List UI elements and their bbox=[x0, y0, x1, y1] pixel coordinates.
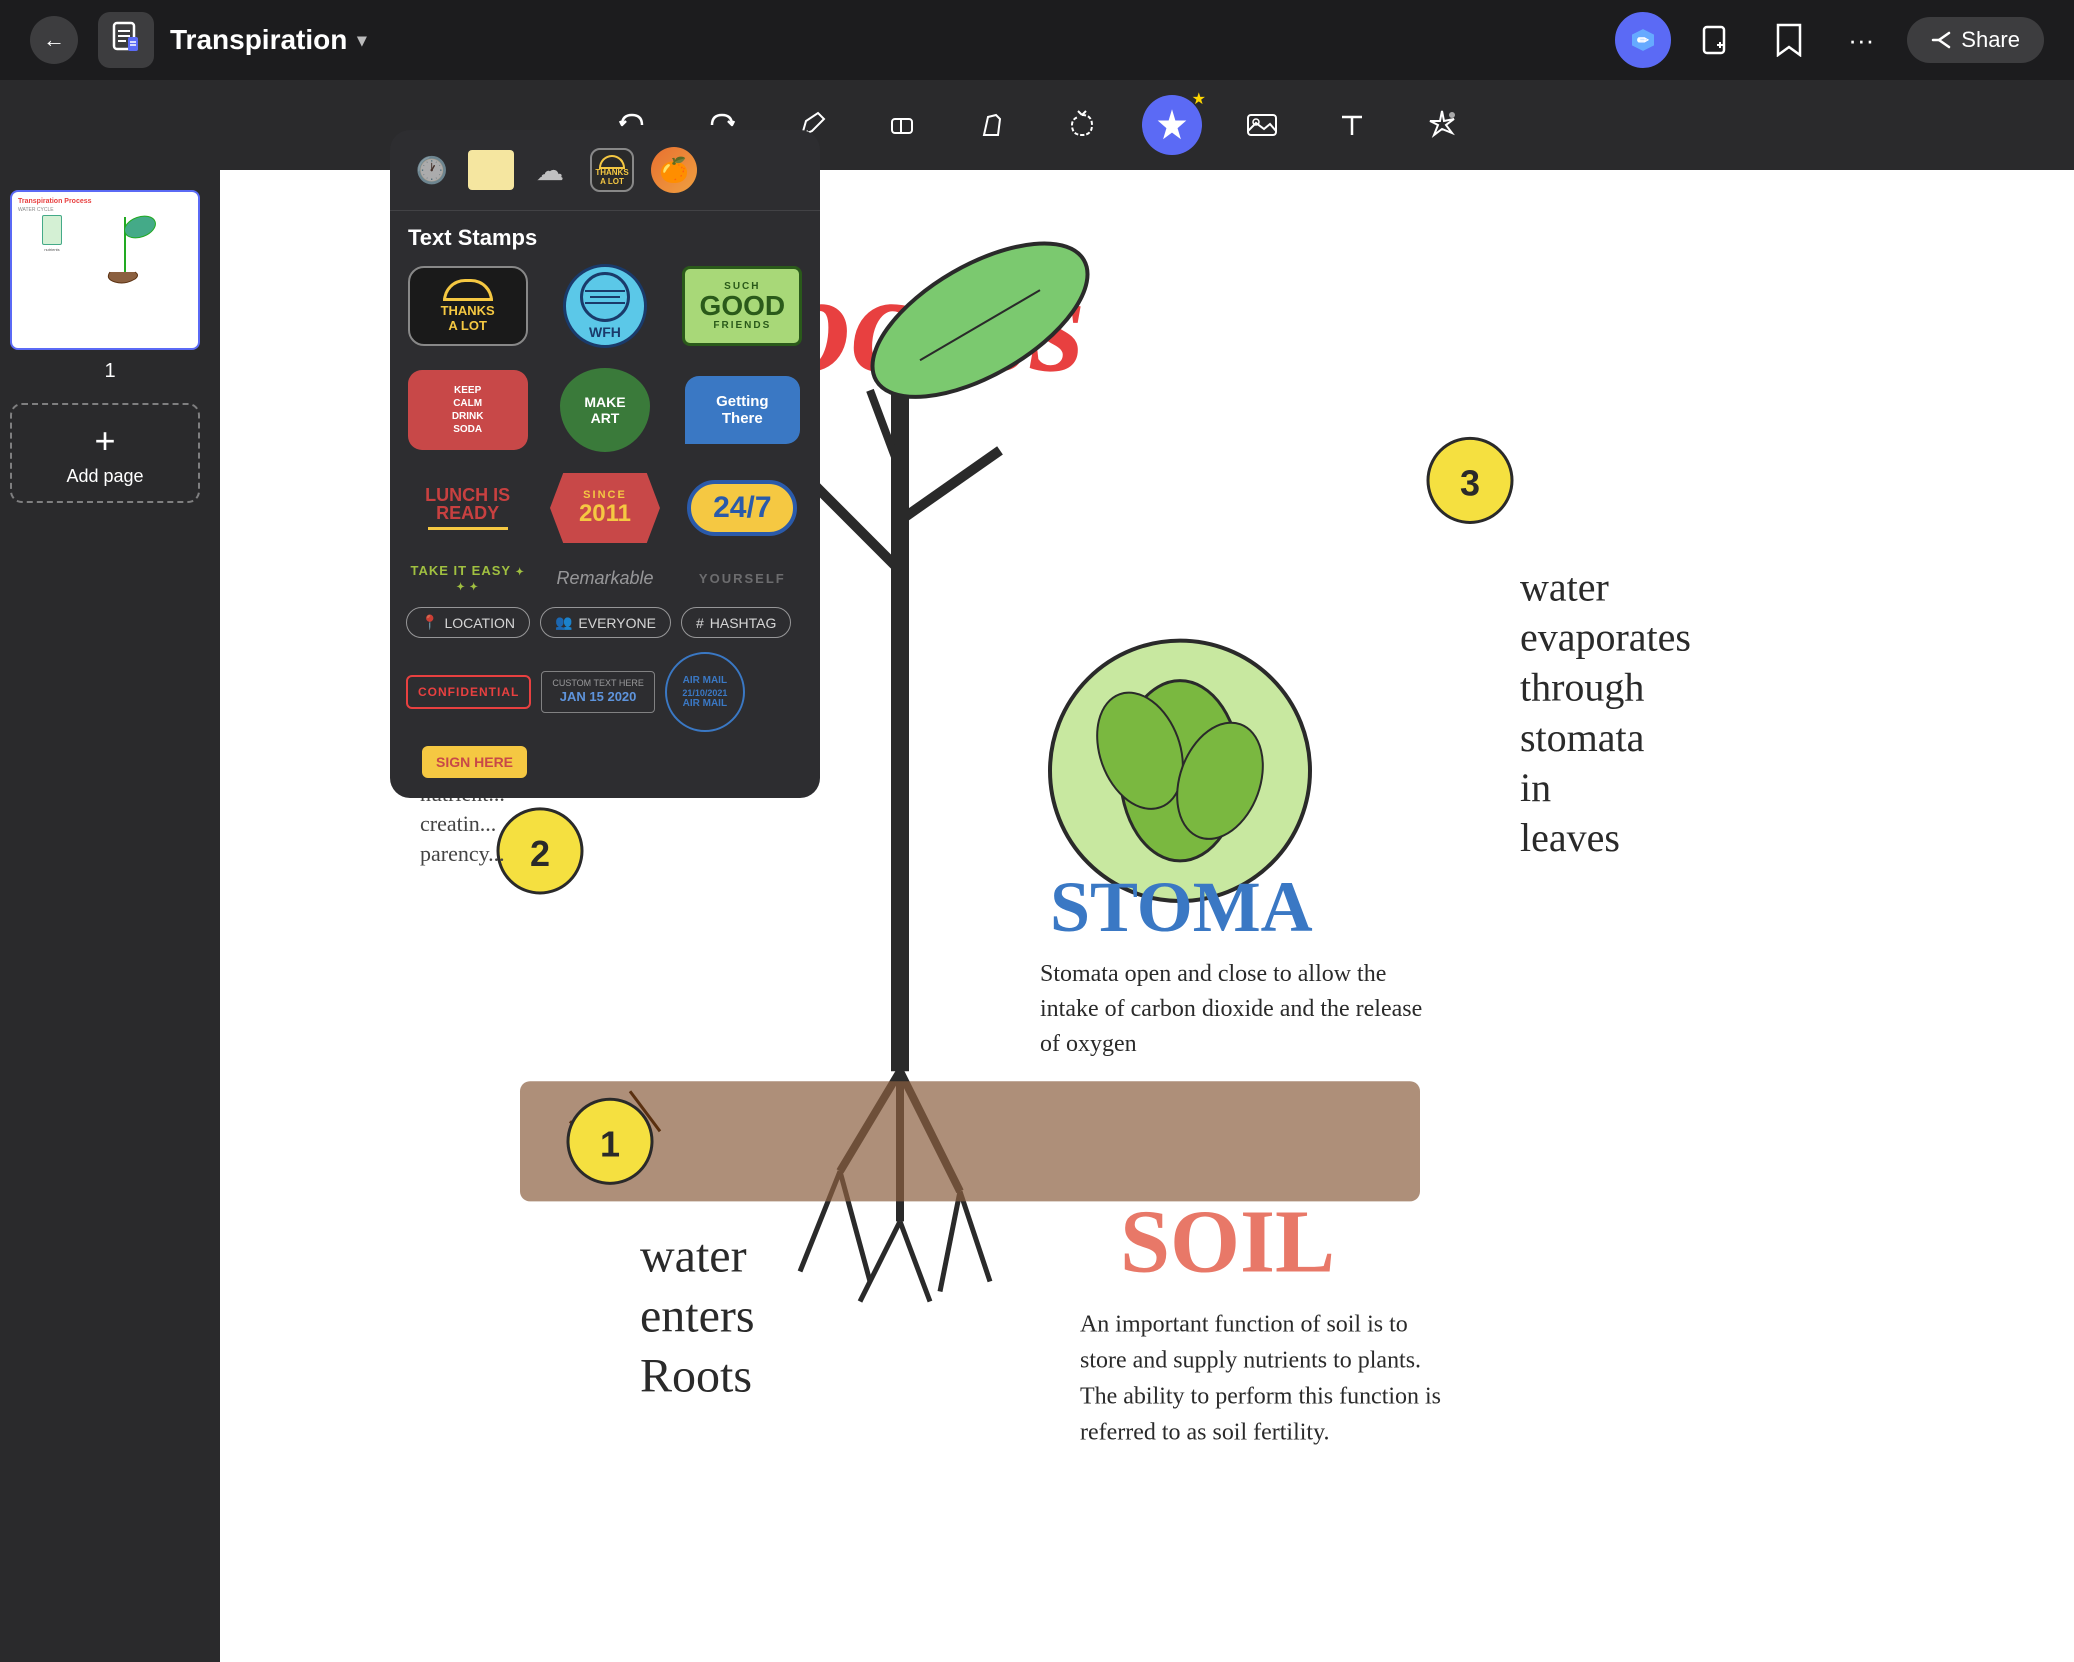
location-icon: 📍 bbox=[421, 614, 438, 631]
svg-text:in: in bbox=[1520, 765, 1551, 810]
user-avatar[interactable]: ✏ bbox=[1615, 12, 1671, 68]
svg-text:✏: ✏ bbox=[1637, 32, 1650, 48]
svg-text:SOIL: SOIL bbox=[1120, 1192, 1335, 1291]
svg-text:through: through bbox=[1520, 665, 1644, 710]
svg-text:STOMA: STOMA bbox=[1050, 867, 1313, 947]
svg-text:of oxygen: of oxygen bbox=[1040, 1031, 1137, 1057]
text-tool-button[interactable] bbox=[1322, 95, 1382, 155]
image-insert-button[interactable] bbox=[1232, 95, 1292, 155]
sticker-tag-row: 📍 LOCATION 👥 EVERYONE # HASHTAG bbox=[390, 603, 820, 642]
svg-text:3: 3 bbox=[1460, 462, 1480, 503]
svg-text:water: water bbox=[1520, 565, 1609, 610]
magic-tool-button[interactable] bbox=[1412, 95, 1472, 155]
page-more-options[interactable]: ··· bbox=[176, 194, 200, 222]
popup-triangle bbox=[587, 130, 623, 132]
sticker-24-7[interactable]: 24/7 bbox=[681, 463, 804, 553]
lasso-tool-button[interactable] bbox=[1052, 95, 1112, 155]
document-title[interactable]: Transpiration ▾ bbox=[170, 24, 366, 56]
svg-text:water: water bbox=[640, 1229, 747, 1282]
svg-text:evaporates: evaporates bbox=[1520, 615, 1691, 660]
sticker-remarkable[interactable]: Remarkable bbox=[543, 568, 666, 589]
document-icon bbox=[110, 21, 142, 60]
toolbar bbox=[0, 80, 2074, 170]
sticker-bottom-row: CONFIDENTIAL CUSTOM TEXT HERE JAN 15 202… bbox=[390, 642, 820, 732]
sticker-custom-text[interactable]: CUSTOM TEXT HERE JAN 15 2020 bbox=[541, 671, 655, 714]
sticker-sign-here-container: SIGN HERE bbox=[390, 732, 820, 778]
sticker-getting-there[interactable]: GettingThere bbox=[681, 365, 804, 455]
share-button[interactable]: Share bbox=[1907, 17, 2044, 63]
bookmark-button[interactable] bbox=[1763, 14, 1815, 66]
sticker-grid-row2: LUNCH ISREADY SINCE 2011 24/7 bbox=[390, 463, 820, 553]
sticker-such-good-friends[interactable]: SUCH GOOD FRIENDS bbox=[681, 261, 804, 351]
svg-text:Roots: Roots bbox=[640, 1350, 752, 1403]
svg-text:creatin...: creatin... bbox=[420, 811, 496, 836]
sticker-popup: 🕐 ☁ THANKS A LOT 🍊 Text Stamps THANKSA L… bbox=[390, 130, 820, 798]
svg-text:An important function of soil: An important function of soil is to bbox=[1080, 1312, 1408, 1338]
svg-text:1: 1 bbox=[600, 1123, 620, 1164]
sticker-text-row: TAKE IT EASY ✦ ✦ ✦ Remarkable YOURSELF bbox=[390, 553, 820, 603]
sticker-confidential[interactable]: CONFIDENTIAL bbox=[406, 675, 531, 709]
sidebar: Transpiration Process WATER CYCLE nutrie… bbox=[0, 170, 220, 1662]
svg-text:intake of carbon dioxide and t: intake of carbon dioxide and the release bbox=[1040, 996, 1422, 1022]
cloud-tab[interactable]: ☁ bbox=[524, 144, 576, 196]
svg-text:Stomata open and close to allo: Stomata open and close to allow the bbox=[1040, 961, 1386, 987]
back-icon: ← bbox=[43, 27, 65, 53]
svg-text:parency...: parency... bbox=[420, 841, 505, 866]
svg-text:leaves: leaves bbox=[1520, 815, 1620, 860]
svg-text:store and supply nutrients to: store and supply nutrients to plants. bbox=[1080, 1348, 1421, 1374]
marker-tool-button[interactable] bbox=[962, 95, 1022, 155]
back-button[interactable]: ← bbox=[30, 16, 78, 64]
svg-text:enters: enters bbox=[640, 1290, 755, 1343]
sticker-airmail[interactable]: AIR MAIL 21/10/2021 AIR MAIL bbox=[665, 652, 745, 732]
sticker-location[interactable]: 📍 LOCATION bbox=[406, 607, 530, 638]
hashtag-icon: # bbox=[696, 615, 704, 631]
sticker-keep-calm[interactable]: KEEPCALMDRINKSODA bbox=[406, 365, 529, 455]
svg-text:referred to as soil fertility.: referred to as soil fertility. bbox=[1080, 1420, 1330, 1446]
sticker-sign-here[interactable]: SIGN HERE bbox=[422, 746, 527, 778]
sticker-hashtag[interactable]: # HASHTAG bbox=[681, 607, 791, 638]
sticker-yourself[interactable]: YOURSELF bbox=[681, 571, 804, 586]
square-sticker-tab[interactable] bbox=[468, 150, 514, 190]
more-options-button[interactable]: ··· bbox=[1835, 14, 1887, 66]
sticker-tabs: 🕐 ☁ THANKS A LOT 🍊 bbox=[390, 130, 820, 211]
nav-right: ✏ ··· Share bbox=[1615, 12, 2044, 68]
stamp-tab-1[interactable]: THANKS A LOT bbox=[586, 144, 638, 196]
title-chevron-icon: ▾ bbox=[357, 30, 366, 51]
sticker-lunch-is-ready[interactable]: LUNCH ISREADY bbox=[406, 463, 529, 553]
sticker-everyone[interactable]: 👥 EVERYONE bbox=[540, 607, 671, 638]
sticker-wfh[interactable]: WFH bbox=[543, 261, 666, 351]
sticker-since-2011[interactable]: SINCE 2011 bbox=[543, 463, 666, 553]
sticker-thanks-a-lot[interactable]: THANKSA LOT bbox=[406, 261, 529, 351]
sticker-section-title: Text Stamps bbox=[390, 211, 820, 261]
svg-text:stomata: stomata bbox=[1520, 715, 1645, 760]
sticker-make-art[interactable]: MAKEART bbox=[543, 365, 666, 455]
svg-text:2: 2 bbox=[530, 833, 550, 874]
sticker-take-it-easy[interactable]: TAKE IT EASY ✦ ✦ ✦ bbox=[406, 563, 529, 593]
recent-tab[interactable]: 🕐 bbox=[406, 144, 458, 196]
add-page-button[interactable]: + Add page bbox=[10, 403, 200, 503]
eraser-tool-button[interactable] bbox=[872, 95, 932, 155]
document-icon-button[interactable] bbox=[98, 12, 154, 68]
top-nav: ← Transpiration ▾ ✏ ··· bbox=[0, 0, 2074, 80]
everyone-icon: 👥 bbox=[555, 614, 572, 631]
sticker-grid: THANKSA LOT WFH SUCH GOOD FRIENDS bbox=[390, 261, 820, 455]
add-icon: + bbox=[94, 420, 115, 462]
sticker-tool-button[interactable] bbox=[1142, 95, 1202, 155]
svg-text:The ability to perform this fu: The ability to perform this function is bbox=[1080, 1384, 1441, 1410]
stamp-tab-2[interactable]: 🍊 bbox=[648, 144, 700, 196]
page-thumbnail-1[interactable]: Transpiration Process WATER CYCLE nutrie… bbox=[10, 190, 200, 350]
add-page-label: Add page bbox=[66, 466, 143, 487]
share-label: Share bbox=[1961, 27, 2020, 53]
add-page-nav-button[interactable] bbox=[1691, 14, 1743, 66]
page-number: 1 bbox=[10, 360, 210, 383]
